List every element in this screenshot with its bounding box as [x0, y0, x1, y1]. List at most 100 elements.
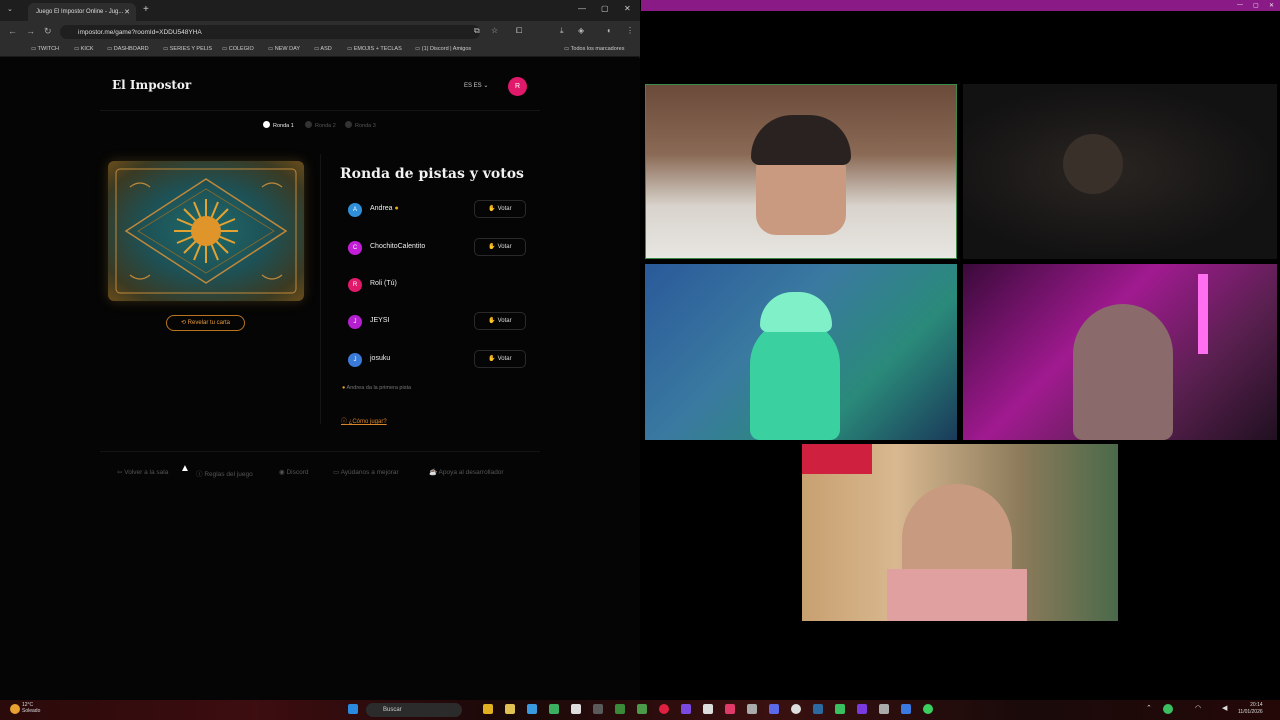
- close-window-icon[interactable]: ✕: [624, 4, 631, 13]
- minimize-icon[interactable]: —: [1237, 2, 1243, 8]
- vote-button[interactable]: ✋ Votar: [474, 312, 526, 330]
- taskbar-search[interactable]: Buscar: [366, 703, 462, 717]
- app-icon[interactable]: [527, 704, 537, 714]
- back-to-room-label: Volver a la sala: [124, 469, 169, 476]
- bookmark-new-day[interactable]: NEW DAY: [268, 46, 300, 52]
- bookmarks-bar: TWITCH KICK DASHBOARD SERIES Y PELIS COL…: [0, 43, 640, 57]
- support-dev-label: Apoya al desarrollador: [438, 469, 504, 476]
- bookmark-star-icon[interactable]: ☆: [491, 26, 498, 35]
- app-icon[interactable]: [593, 704, 603, 714]
- app-icon[interactable]: [725, 704, 735, 714]
- app-icon[interactable]: [615, 704, 625, 714]
- desktop: ⌄ Juego El Impostor Online - Jug... ✕ + …: [0, 0, 1280, 720]
- user-avatar[interactable]: R: [508, 77, 527, 96]
- player-avatar: A: [348, 203, 362, 217]
- file-explorer-icon[interactable]: [483, 704, 493, 714]
- participant-silhouette-icon: [750, 319, 840, 440]
- column-divider: [320, 154, 321, 424]
- bookmark-emojis[interactable]: EMOJIS + TECLAS: [347, 46, 402, 52]
- round-label: Ronda 2: [315, 123, 336, 129]
- app-icon[interactable]: [681, 704, 691, 714]
- vote-button[interactable]: ✋ Votar: [474, 238, 526, 256]
- menu-kebab-icon[interactable]: ⋮: [626, 26, 634, 35]
- new-tab-icon[interactable]: +: [143, 4, 149, 15]
- weather-desc: Soleado: [22, 708, 41, 714]
- video-tile-5: [802, 444, 1118, 621]
- app-icon[interactable]: [901, 704, 911, 714]
- app-icon[interactable]: [637, 704, 647, 714]
- maximize-icon[interactable]: ▢: [1253, 2, 1259, 9]
- rules-link[interactable]: ⓘ Reglas del juego: [196, 468, 253, 478]
- bookmark-kick[interactable]: KICK: [74, 46, 94, 52]
- chevron-up-icon[interactable]: ⌃: [1146, 704, 1152, 712]
- maximize-icon[interactable]: ▢: [601, 4, 609, 13]
- secret-card[interactable]: [108, 161, 304, 301]
- discord-icon[interactable]: [769, 704, 779, 714]
- tray-icon[interactable]: [1163, 704, 1173, 714]
- bookmark-colegio[interactable]: COLEGIO: [222, 46, 254, 52]
- close-window-icon[interactable]: ✕: [1269, 2, 1274, 9]
- forward-icon[interactable]: →: [26, 26, 35, 36]
- support-dev-link[interactable]: ☕ Apoya al desarrollador: [429, 468, 504, 476]
- extension-icon[interactable]: ◈: [578, 26, 584, 35]
- steam-icon[interactable]: [813, 704, 823, 714]
- bookmark-dashboard[interactable]: DASHBOARD: [107, 46, 149, 52]
- close-tab-icon[interactable]: ✕: [124, 8, 130, 16]
- footer-divider: [100, 451, 540, 452]
- vote-button[interactable]: ✋ Votar: [474, 350, 526, 368]
- folder-icon[interactable]: [505, 704, 515, 714]
- thumb-icon: ✋: [488, 244, 498, 250]
- download-icon[interactable]: ⤓: [560, 26, 564, 36]
- browser-tab[interactable]: Juego El Impostor Online - Jug... ✕: [28, 3, 136, 21]
- language-selector[interactable]: ES ES ⌄: [464, 82, 488, 89]
- vote-button[interactable]: ✋ Votar: [474, 200, 526, 218]
- app-logo[interactable]: El Impostor: [112, 78, 191, 92]
- vote-label: Votar: [497, 244, 512, 250]
- reload-icon[interactable]: ↻: [44, 26, 52, 37]
- volume-icon[interactable]: ◀: [1222, 704, 1227, 712]
- coffee-icon: ☕: [429, 469, 439, 476]
- app-icon[interactable]: [571, 704, 581, 714]
- extensions-icon[interactable]: ⧠: [516, 26, 522, 36]
- clock[interactable]: 20:14 11/01/2026: [1238, 702, 1263, 716]
- bookmark-twitch[interactable]: TWITCH: [31, 46, 59, 52]
- chat-icon: ▭: [333, 469, 341, 476]
- chrome-icon[interactable]: [791, 704, 801, 714]
- weather-sun-icon: [10, 704, 20, 714]
- player-avatar: C: [348, 241, 362, 255]
- app-icon[interactable]: [879, 704, 889, 714]
- vote-label: Votar: [497, 206, 512, 212]
- clock-time: 20:14: [1250, 702, 1263, 708]
- windows-start-icon[interactable]: [348, 704, 358, 714]
- tab-search-icon[interactable]: ⌄: [7, 5, 13, 13]
- bookmark-all[interactable]: Todos los marcadores: [564, 46, 625, 52]
- spotify-icon[interactable]: [835, 704, 845, 714]
- minimize-icon[interactable]: —: [578, 4, 586, 13]
- vote-label: Votar: [497, 356, 512, 362]
- wifi-icon[interactable]: ◠: [1195, 704, 1201, 712]
- app-icon[interactable]: [549, 704, 559, 714]
- app-icon[interactable]: [703, 704, 713, 714]
- obs-icon[interactable]: [659, 704, 669, 714]
- discord-link[interactable]: ◉ Discord: [279, 468, 309, 476]
- how-to-play-link[interactable]: ⓘ ¿Cómo jugar?: [341, 416, 387, 425]
- participant-silhouette-icon: [1063, 134, 1123, 194]
- whatsapp-icon[interactable]: [923, 704, 933, 714]
- feedback-link[interactable]: ▭ Ayúdanos a mejorar: [333, 468, 399, 476]
- app-icon[interactable]: [747, 704, 757, 714]
- install-icon[interactable]: ⧉: [474, 26, 480, 36]
- weather-widget[interactable]: 12°C Soleado: [22, 702, 40, 714]
- player-name-text: Andrea: [370, 205, 393, 212]
- bookmark-asd[interactable]: ASD: [314, 46, 331, 52]
- url-input[interactable]: impostor.me/game?roomId=XDDU548YHA: [60, 25, 480, 39]
- taskbar: 12°C Soleado Buscar ⌃ ◠ ◀ 20:14 11/01/2026: [0, 700, 1280, 720]
- back-icon[interactable]: ←: [8, 26, 17, 36]
- reveal-card-button[interactable]: ⟲ Revelar tu carta: [166, 315, 245, 331]
- back-to-room-link[interactable]: ⇦ Volver a la sala: [117, 468, 168, 476]
- bookmark-discord[interactable]: (1) Discord | Amigos: [415, 46, 471, 52]
- neon-light-icon: [1198, 274, 1208, 354]
- profile-icon[interactable]: ◐: [607, 26, 612, 35]
- app-icon[interactable]: [857, 704, 867, 714]
- bookmark-series[interactable]: SERIES Y PELIS: [163, 46, 212, 52]
- round-indicator-3: Ronda 3: [345, 121, 376, 129]
